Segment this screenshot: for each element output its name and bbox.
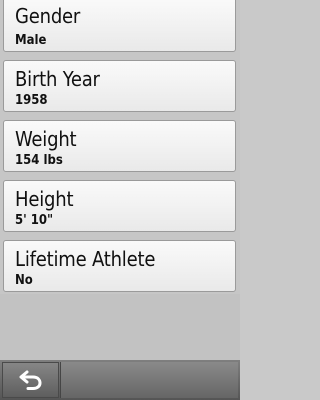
setting-row-height[interactable]: Height 5' 10" [3,180,236,232]
setting-label: Height [15,187,74,211]
setting-value: No [15,273,33,288]
setting-label: Weight [15,127,77,151]
list-empty-area [0,294,240,360]
setting-value: 1958 [15,93,48,108]
setting-row-birth-year[interactable]: Birth Year 1958 [3,60,236,112]
back-arrow-icon [19,370,42,390]
toolbar-blank-area [60,362,238,398]
setting-label: Gender [15,4,81,28]
back-button[interactable] [2,362,59,398]
setting-row-lifetime-athlete[interactable]: Lifetime Athlete No [3,240,236,292]
setting-value: 5' 10" [15,213,54,228]
setting-value: 154 lbs [15,153,63,168]
setting-row-weight[interactable]: Weight 154 lbs [3,120,236,172]
setting-value: Male [15,33,47,48]
setting-label: Lifetime Athlete [15,247,156,271]
setting-row-gender[interactable]: Gender Male [3,0,236,52]
user-profile-screen: Gender Male Birth Year 1958 Weight 154 l… [0,0,240,400]
setting-label: Birth Year [15,67,100,91]
